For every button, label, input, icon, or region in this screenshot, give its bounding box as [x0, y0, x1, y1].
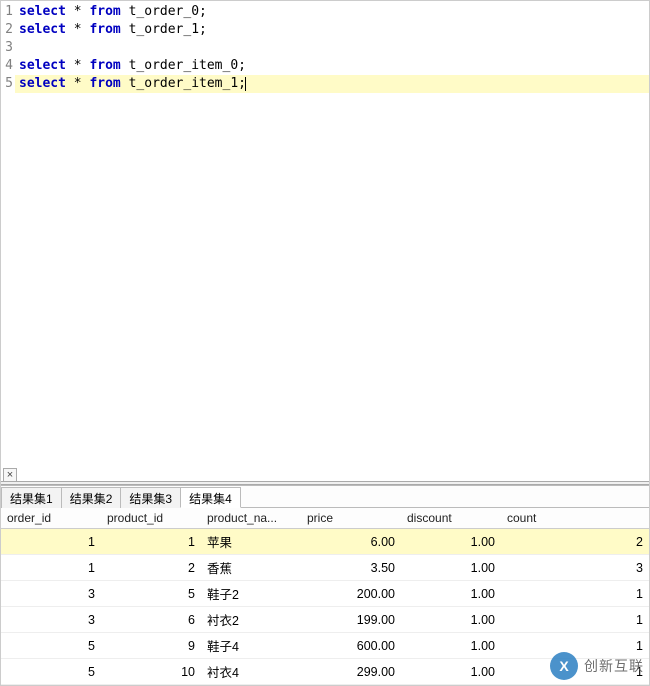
cell[interactable]: 1 [1, 529, 101, 555]
cell[interactable]: 1.00 [401, 607, 501, 633]
column-header[interactable]: count [501, 508, 649, 529]
cell[interactable]: 199.00 [301, 607, 401, 633]
text-caret [245, 77, 246, 91]
app-window: 12345 select * from t_order_0;select * f… [0, 0, 650, 686]
cell[interactable]: 3.50 [301, 555, 401, 581]
cell[interactable]: 6.00 [301, 529, 401, 555]
cell[interactable]: 5 [1, 659, 101, 685]
cell[interactable]: 6 [101, 607, 201, 633]
close-icon[interactable]: × [3, 468, 17, 482]
table-row[interactable]: 36衬衣2199.001.001 [1, 607, 649, 633]
result-grid[interactable]: order_idproduct_idproduct_na...pricedisc… [1, 508, 649, 685]
cell[interactable]: 10 [101, 659, 201, 685]
line-number: 2 [1, 21, 15, 39]
code-line[interactable]: select * from t_order_item_1; [15, 75, 649, 93]
cell[interactable]: 1.00 [401, 555, 501, 581]
column-header[interactable]: order_id [1, 508, 101, 529]
column-header[interactable]: product_id [101, 508, 201, 529]
cell[interactable]: 1.00 [401, 581, 501, 607]
table-row[interactable]: 59鞋子4600.001.001 [1, 633, 649, 659]
code-line[interactable] [19, 39, 649, 57]
result-tab[interactable]: 结果集4 [180, 487, 241, 508]
result-tab[interactable]: 结果集2 [61, 487, 122, 508]
pane-divider[interactable]: × [1, 481, 649, 485]
cell[interactable]: 1.00 [401, 633, 501, 659]
cell[interactable]: 5 [1, 633, 101, 659]
cell[interactable]: 衬衣4 [201, 659, 301, 685]
cell[interactable]: 299.00 [301, 659, 401, 685]
cell[interactable]: 苹果 [201, 529, 301, 555]
cell[interactable]: 2 [501, 529, 649, 555]
cell[interactable]: 9 [101, 633, 201, 659]
line-gutter: 12345 [1, 1, 15, 93]
cell[interactable]: 3 [501, 555, 649, 581]
cell[interactable]: 1.00 [401, 659, 501, 685]
table-row[interactable]: 12香蕉3.501.003 [1, 555, 649, 581]
line-number: 5 [1, 75, 15, 93]
cell[interactable]: 3 [1, 607, 101, 633]
code-line[interactable]: select * from t_order_item_0; [19, 57, 649, 75]
result-tab[interactable]: 结果集3 [120, 487, 181, 508]
cell[interactable]: 2 [101, 555, 201, 581]
column-header[interactable]: price [301, 508, 401, 529]
sql-editor[interactable]: 12345 select * from t_order_0;select * f… [1, 1, 649, 481]
line-number: 3 [1, 39, 15, 57]
cell[interactable]: 5 [101, 581, 201, 607]
cell[interactable]: 1 [501, 633, 649, 659]
cell[interactable]: 200.00 [301, 581, 401, 607]
line-number: 4 [1, 57, 15, 75]
cell[interactable]: 鞋子4 [201, 633, 301, 659]
table-row[interactable]: 35鞋子2200.001.001 [1, 581, 649, 607]
cell[interactable]: 1.00 [401, 529, 501, 555]
table-row[interactable]: 11苹果6.001.002 [1, 529, 649, 555]
result-tabs: 结果集1结果集2结果集3结果集4 [1, 486, 649, 508]
cell[interactable]: 衬衣2 [201, 607, 301, 633]
cell[interactable]: 1 [101, 529, 201, 555]
results-panel: 结果集1结果集2结果集3结果集4 order_idproduct_idprodu… [1, 485, 649, 685]
column-header[interactable]: discount [401, 508, 501, 529]
cell[interactable]: 香蕉 [201, 555, 301, 581]
cell[interactable]: 1 [1, 555, 101, 581]
cell[interactable]: 3 [1, 581, 101, 607]
code-line[interactable]: select * from t_order_1; [19, 21, 649, 39]
cell[interactable]: 1 [501, 659, 649, 685]
cell[interactable]: 1 [501, 581, 649, 607]
line-number: 1 [1, 3, 15, 21]
result-tab[interactable]: 结果集1 [1, 487, 62, 508]
code-area[interactable]: select * from t_order_0;select * from t_… [15, 1, 649, 93]
cell[interactable]: 1 [501, 607, 649, 633]
grid-header-row: order_idproduct_idproduct_na...pricedisc… [1, 508, 649, 529]
cell[interactable]: 600.00 [301, 633, 401, 659]
column-header[interactable]: product_na... [201, 508, 301, 529]
table-row[interactable]: 510衬衣4299.001.001 [1, 659, 649, 685]
cell[interactable]: 鞋子2 [201, 581, 301, 607]
code-line[interactable]: select * from t_order_0; [19, 3, 649, 21]
